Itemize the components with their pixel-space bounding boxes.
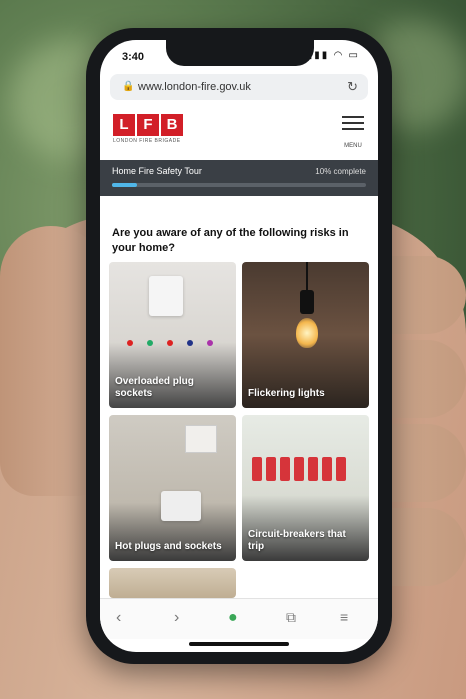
- breaker-switch: [322, 457, 332, 481]
- bulb-cord: [306, 262, 308, 290]
- plug-dot: [167, 340, 173, 346]
- browser-toolbar: ‹ › ● ⧉ ≡: [100, 598, 378, 639]
- tour-title: Home Fire Safety Tour: [112, 166, 202, 176]
- breaker-switch: [294, 457, 304, 481]
- status-icons: ▮▮▮ ◠ ▭: [306, 50, 360, 61]
- plug-image: [161, 491, 201, 521]
- address-bar[interactable]: 🔒 www.london-fire.gov.uk ↻: [110, 74, 368, 100]
- hamburger-icon: [342, 122, 364, 124]
- risk-card-flickering-lights[interactable]: Flickering lights: [242, 262, 369, 408]
- menu-label: MENU: [344, 143, 362, 149]
- tour-progress-bar: Home Fire Safety Tour 10% complete: [100, 160, 378, 196]
- risk-card-partial[interactable]: [109, 568, 236, 598]
- url-text[interactable]: www.london-fire.gov.uk: [138, 81, 251, 93]
- hamburger-icon[interactable]: ≡: [340, 609, 348, 625]
- card-label: Overloaded plug sockets: [115, 376, 194, 399]
- plug-dot: [127, 340, 133, 346]
- chevron-right-icon[interactable]: ›: [174, 609, 179, 627]
- notch: [166, 40, 314, 66]
- risk-card-overloaded-plug-sockets[interactable]: Overloaded plug sockets: [109, 262, 236, 408]
- chevron-left-icon[interactable]: ‹: [116, 609, 121, 627]
- breaker-switch: [336, 457, 346, 481]
- tabs-icon[interactable]: ⧉: [286, 609, 296, 626]
- card-label: Hot plugs and sockets: [115, 541, 222, 552]
- breaker-switch: [308, 457, 318, 481]
- logo-subtitle: LONDON FIRE BRIGADE: [113, 138, 181, 144]
- lfb-logo[interactable]: LFB LONDON FIRE BRIGADE: [113, 114, 185, 144]
- tour-progress-text: 10% complete: [315, 167, 366, 176]
- breaker-switch: [266, 457, 276, 481]
- breaker-row: [252, 457, 360, 487]
- reload-icon[interactable]: ↻: [347, 79, 358, 95]
- progress-fill: [112, 183, 138, 187]
- hamburger-icon: [342, 116, 364, 118]
- progress-track: [112, 183, 366, 187]
- lock-icon: 🔒: [122, 81, 135, 92]
- hamburger-icon: [342, 128, 364, 130]
- logo-letter: L: [113, 114, 135, 136]
- risk-card-hot-plugs[interactable]: Hot plugs and sockets: [109, 415, 236, 561]
- plug-dot: [187, 340, 193, 346]
- card-label: Circuit-breakers that trip: [248, 529, 346, 552]
- phone-screen: 3:40 ▮▮▮ ◠ ▭ 🔒 www.london-fire.gov.uk ↻ …: [100, 40, 378, 652]
- wall-switch-image: [185, 425, 217, 453]
- menu-button[interactable]: MENU: [342, 116, 364, 152]
- question-heading: Are you aware of any of the following ri…: [112, 227, 349, 254]
- home-indicator: [189, 642, 289, 646]
- card-label: Flickering lights: [248, 388, 325, 399]
- breaker-switch: [252, 457, 262, 481]
- plug-socket-image: [149, 276, 183, 316]
- site-header: LFB LONDON FIRE BRIGADE MENU: [100, 106, 378, 158]
- browser-logo-icon[interactable]: ●: [228, 609, 238, 627]
- lightbulb-image: [296, 318, 318, 348]
- plug-dot: [207, 340, 213, 346]
- bulb-cap: [300, 290, 314, 314]
- risk-card-circuit-breakers[interactable]: Circuit-breakers that trip: [242, 415, 369, 561]
- plug-dot: [147, 340, 153, 346]
- logo-letter: F: [137, 114, 159, 136]
- status-time: 3:40: [122, 51, 145, 63]
- logo-letter: B: [161, 114, 183, 136]
- breaker-switch: [280, 457, 290, 481]
